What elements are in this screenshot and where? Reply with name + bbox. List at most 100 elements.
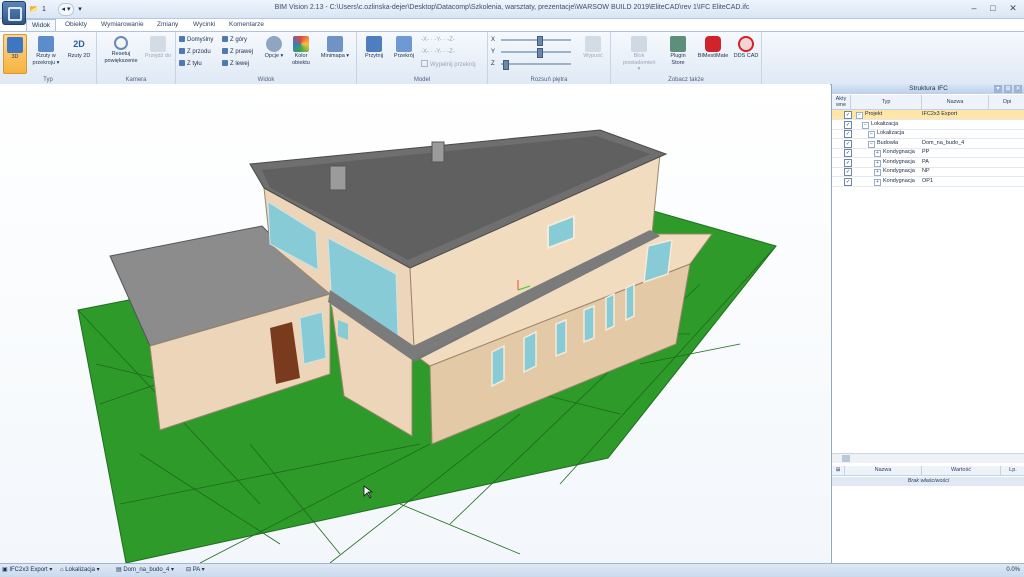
group-label: Rozsuń piętra <box>530 77 568 83</box>
tree-row[interactable]: ✓ + Kondygnacja PA <box>832 158 1024 168</box>
options-button[interactable]: Opcje ▾ <box>262 34 286 72</box>
slider-z[interactable]: Z <box>491 60 577 70</box>
column-opis[interactable]: Opi <box>989 95 1024 109</box>
slider-y-knob[interactable] <box>537 48 543 58</box>
expand-toggle-icon[interactable]: + <box>874 150 881 157</box>
column-active[interactable]: Akty wne <box>832 95 851 109</box>
model-scene[interactable] <box>0 84 830 563</box>
scroll-thumb[interactable] <box>842 455 850 462</box>
view-3d-button[interactable]: 3D <box>3 34 27 74</box>
release-button[interactable]: Wypuść <box>580 34 606 72</box>
visibility-checkbox[interactable]: ✓ <box>844 120 852 129</box>
expand-toggle-icon[interactable]: − <box>856 112 863 119</box>
breadcrumb-site[interactable]: ⌂ Lokalizacja ▾ <box>60 566 100 575</box>
visibility-checkbox[interactable]: ✓ <box>844 130 852 138</box>
expand-toggle-icon[interactable]: + <box>874 159 881 167</box>
slider-z-knob[interactable] <box>503 60 509 70</box>
view-2d-button[interactable]: 2D Rzuty 2D <box>66 34 92 72</box>
close-button[interactable]: ✕ <box>1005 2 1021 14</box>
maximize-button[interactable]: □ <box>985 2 1001 14</box>
quick-access-dropdown[interactable]: ◂ ▾ <box>58 3 74 16</box>
expand-toggle-icon[interactable]: − <box>862 121 869 129</box>
visibility-checkbox[interactable]: ✓ <box>844 158 852 167</box>
3d-viewport[interactable] <box>0 84 830 563</box>
horizontal-scrollbar[interactable] <box>832 453 1024 463</box>
section-cut-button[interactable]: Przekrój <box>391 34 417 72</box>
goto-button[interactable]: Przejdź do <box>145 34 171 72</box>
notifications-button[interactable]: Blok powiadomień ▾ <box>623 34 655 72</box>
dds-cad-button[interactable]: DDS CAD <box>733 34 759 72</box>
ribbon: 3D Rzuty w przekroju ▾ 2D Rzuty 2D Typ R… <box>0 31 1024 85</box>
tree-row[interactable]: ✓ + Kondygnacja NP <box>832 167 1024 177</box>
tab-komentarze[interactable]: Komentarze <box>224 19 269 31</box>
slider-y[interactable]: Y <box>491 48 577 58</box>
quick-access-arrow[interactable]: ▾ <box>76 3 84 16</box>
column-nazwa[interactable]: Nazwa <box>922 95 989 109</box>
release-icon <box>585 36 601 52</box>
tab-wycinki[interactable]: Wycinki <box>188 19 220 31</box>
status-bar: ▣ IFC2x3 Export ▾ ⌂ Lokalizacja ▾ ▤ Dom_… <box>0 563 1024 577</box>
app-logo-icon[interactable] <box>2 1 26 25</box>
props-column-lp[interactable]: Lp. <box>1001 466 1024 475</box>
expand-toggle-icon[interactable]: − <box>868 140 875 148</box>
quick-access-one[interactable]: 1 <box>40 3 48 16</box>
minimap-button[interactable]: Minimapa ▾ <box>318 34 352 72</box>
visibility-checkbox[interactable]: ✓ <box>844 168 852 176</box>
expand-toggle-icon[interactable]: + <box>874 169 881 176</box>
slider-x[interactable]: X <box>491 36 577 46</box>
breadcrumb-storey[interactable]: ⊟ PA ▾ <box>186 566 205 575</box>
object-color-button[interactable]: Kolor obiektu <box>288 34 314 72</box>
view-front-button[interactable]: Z przodu <box>179 48 211 57</box>
tree-row[interactable]: ✓ + Kondygnacja OP1 <box>832 177 1024 187</box>
group-widok: Domyślny Z przodu Z tyłu Z góry Z prawej… <box>176 32 357 84</box>
panel-pin-button[interactable]: ⊞ <box>1004 85 1012 93</box>
tab-obiekty[interactable]: Obiekty <box>60 19 92 31</box>
window <box>299 311 327 365</box>
plugin-store-button[interactable]: Plugin Store <box>665 34 691 72</box>
tree-row[interactable]: ✓ − Budowla Dom_na_budo_4 <box>832 139 1024 149</box>
minimize-button[interactable]: – <box>966 2 982 14</box>
fill-section-checkbox[interactable]: Wypełnij przekrój <box>421 60 476 69</box>
tree-row[interactable]: ✓ − Projekt IFC2x3 Export <box>832 110 1024 120</box>
view-right-button[interactable]: Z prawej <box>222 48 253 57</box>
group-label: Kamera <box>125 77 147 83</box>
expand-toggle-icon[interactable]: − <box>868 131 875 138</box>
visibility-checkbox[interactable]: ✓ <box>844 177 852 186</box>
view-back-button[interactable]: Z tyłu <box>179 60 202 69</box>
panel-close-button[interactable]: ✕ <box>1014 85 1022 93</box>
open-folder-icon[interactable]: 📂 <box>28 3 40 16</box>
props-column-nazwa[interactable]: Nazwa <box>845 466 922 475</box>
tree-row-type: Projekt <box>865 111 883 117</box>
group-label: Zobacz także <box>668 77 704 83</box>
slider-x-knob[interactable] <box>537 36 543 46</box>
visibility-checkbox[interactable]: ✓ <box>844 149 852 157</box>
panel-menu-button[interactable]: ▾ <box>994 85 1002 93</box>
column-typ[interactable]: Typ <box>851 95 922 109</box>
tree-row[interactable]: ✓ − Lokalizacja <box>832 129 1024 139</box>
view-top-button[interactable]: Z góry <box>222 36 247 45</box>
visibility-checkbox[interactable]: ✓ <box>844 111 852 119</box>
reset-zoom-button[interactable]: Resetuj powiększenie <box>101 34 141 72</box>
breadcrumb-building[interactable]: ▤ Dom_na_budo_4 ▾ <box>116 566 174 575</box>
breadcrumb-project[interactable]: ▣ IFC2x3 Export ▾ <box>2 566 52 575</box>
cube-3d-icon <box>7 37 23 53</box>
map-icon <box>327 36 343 52</box>
bimestimate-icon <box>705 36 721 52</box>
tree-row[interactable]: ✓ + Kondygnacja PP <box>832 148 1024 158</box>
view-default-button[interactable]: Domyślny <box>179 36 213 45</box>
group-typ: 3D Rzuty w przekroju ▾ 2D Rzuty 2D Typ <box>0 32 97 84</box>
visibility-checkbox[interactable]: ✓ <box>844 139 852 148</box>
section-icon <box>38 36 54 52</box>
group-model: Przytnij Przekrój -X- · -Y- · -Z- -X- · … <box>357 32 488 84</box>
tab-zmiany[interactable]: Zmiany <box>152 19 183 31</box>
view-left-button[interactable]: Z lewej <box>222 60 249 69</box>
sections-button[interactable]: Rzuty w przekroju ▾ <box>30 34 62 72</box>
bimestimate-button[interactable]: BIMestiMate <box>695 34 731 72</box>
color-palette-icon <box>293 36 309 52</box>
expand-toggle-icon[interactable]: + <box>874 178 881 186</box>
tree-row[interactable]: ✓ − Lokalizacja <box>832 120 1024 130</box>
tab-wymiarowanie[interactable]: Wymiarowanie <box>96 19 149 31</box>
left-view-icon <box>222 60 228 66</box>
props-column-wartosc[interactable]: Wartość <box>922 466 1001 475</box>
clip-button[interactable]: Przytnij <box>361 34 387 72</box>
